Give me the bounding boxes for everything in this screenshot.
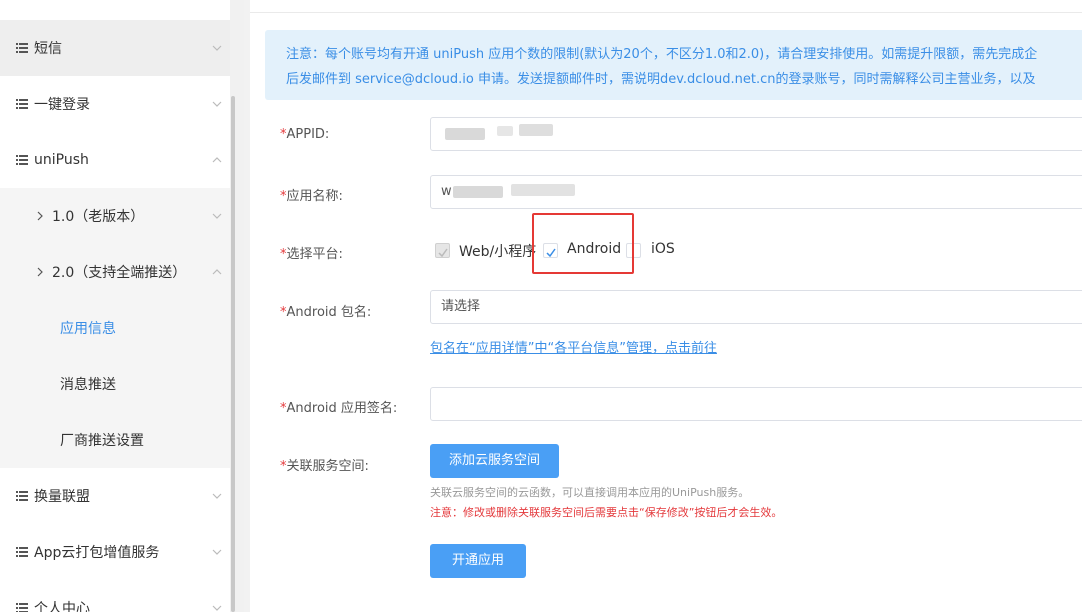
appid-label: *APPID: bbox=[280, 127, 330, 142]
chevron-right-icon bbox=[37, 267, 43, 277]
add-cloud-space-button[interactable]: 添加云服务空间 bbox=[430, 444, 559, 478]
list-icon bbox=[16, 491, 28, 501]
sidebar-item-label: 短信 bbox=[34, 41, 62, 57]
service-space-hint: 关联云服务空间的云函数，可以直接调用本应用的UniPush服务。 bbox=[430, 486, 750, 499]
list-icon bbox=[16, 155, 28, 165]
sidebar-item-unipush-v1[interactable]: 1.0（老版本） bbox=[0, 188, 230, 244]
app-name-label: *应用名称: bbox=[280, 189, 343, 204]
sidebar-item-label: App云打包增值服务 bbox=[34, 545, 160, 561]
sidebar-item-label: 换量联盟 bbox=[34, 489, 90, 505]
app-name-input[interactable]: w bbox=[430, 175, 1082, 209]
sidebar-item-cloud-build[interactable]: App云打包增值服务 bbox=[0, 524, 230, 580]
check-icon bbox=[438, 248, 448, 258]
redacted-block bbox=[519, 124, 553, 136]
sidebar-item-label: 应用信息 bbox=[60, 321, 116, 337]
list-icon bbox=[16, 99, 28, 109]
header-divider bbox=[250, 12, 1082, 13]
sidebar-item-one-click-login[interactable]: 一键登录 bbox=[0, 76, 230, 132]
chevron-up-icon bbox=[212, 269, 222, 275]
sidebar-item-unipush-v2[interactable]: 2.0（支持全端推送） bbox=[0, 244, 230, 300]
android-package-label: *Android 包名: bbox=[280, 305, 372, 320]
sidebar-item-label: 厂商推送设置 bbox=[60, 433, 144, 449]
open-app-button[interactable]: 开通应用 bbox=[430, 544, 526, 578]
notice-line-2: 后发邮件到 service@dcloud.io 申请。发送提额邮件时，需说明de… bbox=[286, 72, 1036, 87]
chevron-down-icon bbox=[212, 493, 222, 499]
quota-notice: 注意：每个账号均有开通 uniPush 应用个数的限制(默认为20个，不区分1.… bbox=[265, 30, 1082, 100]
chevron-down-icon bbox=[212, 45, 222, 51]
list-icon bbox=[16, 603, 28, 612]
redacted-block bbox=[497, 126, 513, 136]
sidebar-item-message-push[interactable]: 消息推送 bbox=[0, 356, 230, 412]
sidebar-item-label: 一键登录 bbox=[34, 97, 90, 113]
chevron-down-icon bbox=[212, 605, 222, 611]
annotation-highlight-box bbox=[532, 213, 634, 274]
sidebar-item-label: 消息推送 bbox=[60, 377, 116, 393]
web-checkbox-label: Web/小程序 bbox=[459, 244, 537, 260]
chevron-right-icon bbox=[37, 211, 43, 221]
sidebar-item-label: 1.0（老版本） bbox=[52, 209, 145, 225]
web-checkbox bbox=[435, 243, 450, 258]
panel-divider bbox=[244, 0, 250, 612]
chevron-down-icon bbox=[212, 213, 222, 219]
redacted-block bbox=[453, 186, 503, 198]
list-icon bbox=[16, 547, 28, 557]
package-manage-link[interactable]: 包名在“应用详情”中“各平台信息”管理，点击前往 bbox=[430, 337, 717, 356]
sidebar-item-unipush[interactable]: uniPush bbox=[0, 132, 230, 188]
appid-input[interactable] bbox=[430, 117, 1082, 151]
platform-label: *选择平台: bbox=[280, 247, 343, 262]
ios-checkbox-label: iOS bbox=[651, 241, 675, 257]
sidebar-item-app-info[interactable]: 应用信息 bbox=[0, 300, 230, 356]
chevron-up-icon bbox=[212, 157, 222, 163]
service-space-label: *关联服务空间: bbox=[280, 459, 369, 474]
sidebar-item-label: 个人中心 bbox=[34, 601, 90, 612]
notice-line-1: 注意：每个账号均有开通 uniPush 应用个数的限制(默认为20个，不区分1.… bbox=[286, 47, 1038, 62]
sidebar: 短信 一键登录 uniPush 1.0（老版本） 2.0（支持全端推送） 应用信… bbox=[0, 0, 230, 612]
list-icon bbox=[16, 43, 28, 53]
chevron-down-icon bbox=[212, 101, 222, 107]
sidebar-item-vendor-push-settings[interactable]: 厂商推送设置 bbox=[0, 412, 230, 468]
chevron-down-icon bbox=[212, 549, 222, 555]
redacted-block bbox=[511, 184, 575, 196]
sidebar-item-exchange-alliance[interactable]: 换量联盟 bbox=[0, 468, 230, 524]
sidebar-item-label: uniPush bbox=[34, 152, 89, 168]
android-package-select[interactable]: 请选择 bbox=[430, 290, 1082, 324]
sidebar-scrollbar-thumb[interactable] bbox=[231, 96, 235, 612]
redacted-block bbox=[445, 128, 485, 140]
service-space-warning: 注意：修改或删除关联服务空间后需要点击“保存修改”按钮后才会生效。 bbox=[430, 506, 783, 519]
sidebar-item-sms[interactable]: 短信 bbox=[0, 20, 230, 76]
android-signature-input[interactable] bbox=[430, 387, 1082, 421]
sidebar-item-personal-center[interactable]: 个人中心 bbox=[0, 580, 230, 612]
android-signature-label: *Android 应用签名: bbox=[280, 401, 398, 416]
sidebar-item-label: 2.0（支持全端推送） bbox=[52, 265, 187, 281]
